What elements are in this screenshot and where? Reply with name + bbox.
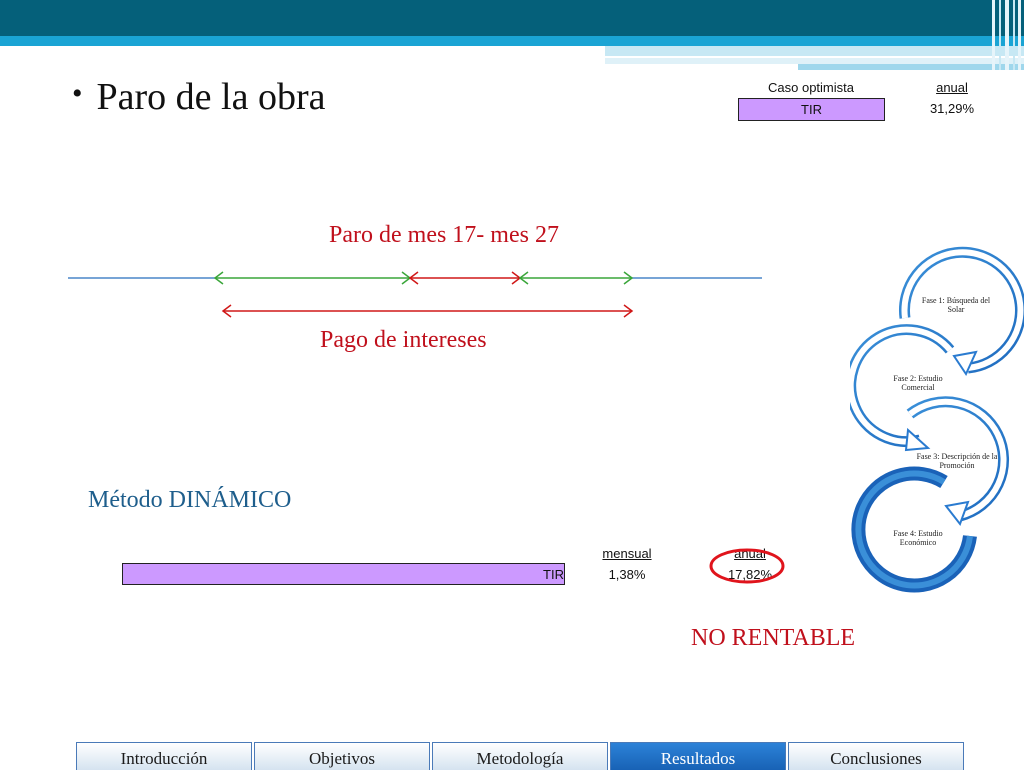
bullet-icon: • bbox=[72, 77, 83, 110]
phase-2-label: Fase 2: Estudio Comercial bbox=[893, 374, 943, 392]
section-nav: Introducción Objetivos Metodología Resul… bbox=[76, 742, 966, 770]
paro-label: Paro de mes 17- mes 27 bbox=[329, 222, 559, 248]
tab-resultados[interactable]: Resultados bbox=[610, 742, 786, 770]
mensual-value: 1,38% bbox=[608, 567, 646, 582]
header-stripes-decoration bbox=[992, 0, 1021, 70]
tab-metodologia[interactable]: Metodología bbox=[432, 742, 608, 770]
header-band-light bbox=[605, 46, 1024, 56]
slide-title: • Paro de la obra bbox=[72, 75, 325, 119]
verdict-label: NO RENTABLE bbox=[691, 625, 856, 651]
tir-cell: TIR bbox=[738, 98, 885, 121]
phase-3-label: Fase 3: Descripción de la Promoción bbox=[916, 452, 998, 470]
tir-value: 31,29% bbox=[929, 101, 975, 116]
period-label: anual bbox=[936, 80, 968, 95]
header-band-dark bbox=[0, 0, 1024, 36]
pago-label: Pago de intereses bbox=[320, 327, 487, 353]
tab-introduccion[interactable]: Introducción bbox=[76, 742, 252, 770]
phases-cycle-diagram bbox=[850, 244, 1024, 593]
phase-1-label: Fase 1: Búsqueda del Solar bbox=[921, 296, 991, 314]
tab-objetivos[interactable]: Objetivos bbox=[254, 742, 430, 770]
tir-bar bbox=[122, 563, 565, 585]
highlight-circle bbox=[709, 548, 785, 584]
header-band-accent bbox=[0, 36, 1024, 46]
phase-4-label: Fase 4: Estudio Económico bbox=[893, 529, 943, 547]
mensual-header: mensual bbox=[602, 546, 652, 561]
case-label: Caso optimista bbox=[768, 80, 854, 95]
timeline-diagram bbox=[68, 271, 762, 318]
slide-title-text: Paro de la obra bbox=[96, 76, 326, 118]
tab-conclusiones[interactable]: Conclusiones bbox=[788, 742, 964, 770]
method-label: Método DINÁMICO bbox=[88, 487, 292, 513]
tir-row-label: TIR bbox=[543, 567, 564, 582]
